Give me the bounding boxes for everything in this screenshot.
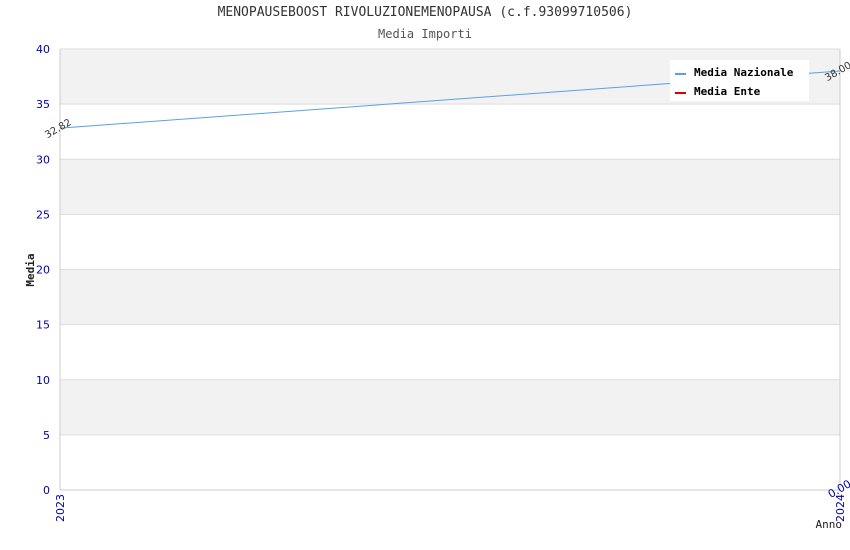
y-tick-label: 25 (36, 208, 50, 221)
y-axis-title: Media (24, 253, 37, 286)
y-tick-label: 15 (36, 319, 50, 332)
grid-band (60, 434, 840, 490)
line-chart: 05101520253035402023 2024MediaAnno32.8238… (24, 43, 850, 531)
y-tick-label: 40 (36, 43, 50, 56)
grid-band (60, 214, 840, 270)
grid-band (60, 159, 840, 215)
y-tick-label: 35 (36, 98, 50, 111)
legend-label: Media Ente (694, 85, 761, 98)
grid-band (60, 269, 840, 325)
y-tick-label: 5 (43, 429, 50, 442)
legend-label: Media Nazionale (694, 66, 794, 79)
y-tick-label: 10 (36, 374, 50, 387)
x-tick-label: 2023 (54, 494, 67, 522)
y-tick-label: 0 (43, 484, 50, 497)
grid-band (60, 379, 840, 435)
grid-band (60, 324, 840, 380)
y-tick-label: 30 (36, 153, 50, 166)
y-tick-label: 20 (36, 264, 50, 277)
x-axis-title: Anno (816, 518, 843, 531)
grid-band (60, 104, 840, 160)
